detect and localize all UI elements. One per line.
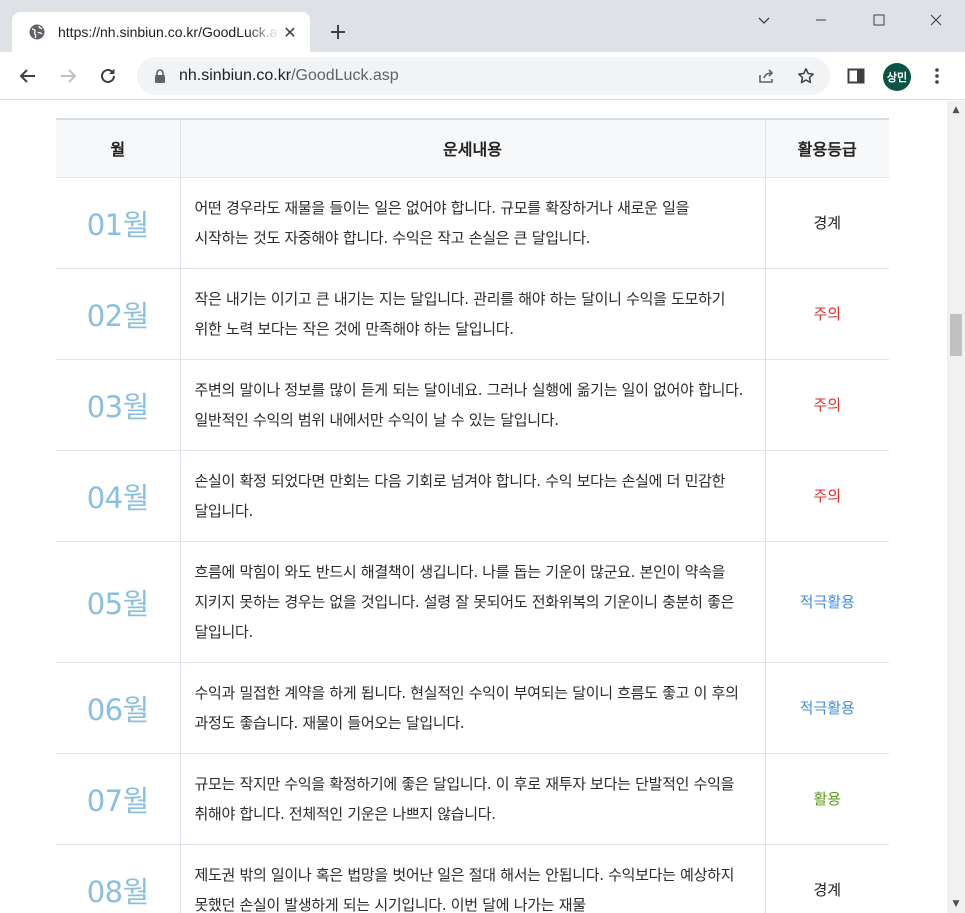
tab-strip: https://nh.sinbiun.co.kr/GoodLuck.asp ✕ <box>0 0 965 52</box>
grade-label: 적극활용 <box>799 699 855 717</box>
scrollbar-thumb[interactable] <box>950 314 962 356</box>
lock-icon[interactable] <box>153 68 167 84</box>
grade-cell: 주의 <box>764 359 889 451</box>
fortune-content: 어떤 경우라도 재물을 들이는 일은 없어야 합니다. 규모를 확장하거나 새로… <box>179 177 765 269</box>
grade-cell: 주의 <box>764 268 889 360</box>
month-label: 08월 <box>86 874 150 909</box>
grade-cell: 적극활용 <box>764 662 889 754</box>
grade-label: 주의 <box>813 305 842 323</box>
more-menu-icon[interactable] <box>921 60 953 92</box>
close-tab-icon[interactable]: ✕ <box>280 22 300 42</box>
month-label: 01월 <box>86 207 150 242</box>
month-cell: 07월 <box>56 753 180 845</box>
month-cell: 05월 <box>56 541 180 663</box>
vertical-scrollbar[interactable]: ▲ ▼ <box>947 101 965 913</box>
month-label: 04월 <box>86 480 150 515</box>
grade-label: 활용 <box>813 790 842 808</box>
browser-tab[interactable]: https://nh.sinbiun.co.kr/GoodLuck.asp ✕ <box>12 12 310 52</box>
url-text: nh.sinbiun.co.kr/GoodLuck.asp <box>179 67 399 85</box>
grade-cell: 활용 <box>764 753 889 845</box>
url-path: /GoodLuck.asp <box>291 67 399 84</box>
month-label: 05월 <box>86 586 150 621</box>
month-label: 07월 <box>86 783 150 818</box>
grade-cell: 적극활용 <box>764 541 889 663</box>
reload-icon[interactable] <box>92 60 124 92</box>
fortune-content: 수익과 밀접한 계약을 하게 됩니다. 현실적인 수익이 부여되는 달이니 흐름… <box>179 662 765 754</box>
grade-label: 적극활용 <box>799 593 855 611</box>
month-label: 06월 <box>86 692 150 727</box>
month-cell: 04월 <box>56 450 180 542</box>
table-row: 05월 흐름에 막힘이 와도 반드시 해결책이 생깁니다. 나를 돕는 기운이 많… <box>56 541 889 663</box>
grade-label: 주의 <box>813 487 842 505</box>
table-row: 03월 주변의 말이나 정보를 많이 듣게 되는 달이네요. 그러나 실행에 옮기… <box>56 359 889 451</box>
tab-title: https://nh.sinbiun.co.kr/GoodLuck.asp <box>58 24 280 40</box>
tab-search-chevron-icon[interactable] <box>735 0 793 40</box>
grade-cell: 경계 <box>764 844 889 913</box>
browser-toolbar: nh.sinbiun.co.kr/GoodLuck.asp 상민 <box>0 52 965 100</box>
scroll-up-arrow-icon[interactable]: ▲ <box>947 101 965 119</box>
table-row: 01월 어떤 경우라도 재물을 들이는 일은 없어야 합니다. 규모를 확장하거나… <box>56 177 889 269</box>
table-row: 04월 손실이 확정 되었다면 만회는 다음 기회로 넘겨야 합니다. 수익 보다… <box>56 450 889 542</box>
fortune-content: 손실이 확정 되었다면 만회는 다음 기회로 넘겨야 합니다. 수익 보다는 손… <box>179 450 765 542</box>
month-label: 02월 <box>86 298 150 333</box>
month-cell: 06월 <box>56 662 180 754</box>
table-header-row: 월 운세내용 활용등급 <box>56 118 889 178</box>
profile-avatar[interactable]: 상민 <box>883 63 911 91</box>
page-viewport: 월 운세내용 활용등급 01월 어떤 경우라도 재물을 들이는 일은 없어야 합니… <box>0 101 947 913</box>
globe-icon <box>28 23 46 41</box>
table-row: 02월 작은 내기는 이기고 큰 내기는 지는 달입니다. 관리를 해야 하는 달… <box>56 268 889 360</box>
fortune-content: 제도권 밖의 일이나 혹은 법망을 벗어난 일은 절대 해서는 안됩니다. 수익… <box>179 844 765 913</box>
header-month: 월 <box>56 118 180 178</box>
header-content: 운세내용 <box>179 118 765 178</box>
forward-arrow-icon[interactable] <box>52 60 84 92</box>
month-cell: 03월 <box>56 359 180 451</box>
table-row: 08월 제도권 밖의 일이나 혹은 법망을 벗어난 일은 절대 해서는 안됩니다.… <box>56 844 889 913</box>
grade-cell: 주의 <box>764 450 889 542</box>
new-tab-button[interactable] <box>324 18 352 46</box>
monthly-fortune-table: 월 운세내용 활용등급 01월 어떤 경우라도 재물을 들이는 일은 없어야 합니… <box>56 118 889 913</box>
side-panel-icon[interactable] <box>840 60 872 92</box>
address-bar[interactable]: nh.sinbiun.co.kr/GoodLuck.asp <box>137 57 830 95</box>
fortune-content: 규모는 작지만 수익을 확정하기에 좋은 달입니다. 이 후로 재투자 보다는 … <box>179 753 765 845</box>
month-cell: 02월 <box>56 268 180 360</box>
minimize-icon[interactable] <box>792 0 850 40</box>
table-row: 06월 수익과 밀접한 계약을 하게 됩니다. 현실적인 수익이 부여되는 달이니… <box>56 662 889 754</box>
grade-cell: 경계 <box>764 177 889 269</box>
back-arrow-icon[interactable] <box>12 60 44 92</box>
table-row: 07월 규모는 작지만 수익을 확정하기에 좋은 달입니다. 이 후로 재투자 보… <box>56 753 889 845</box>
fortune-content: 작은 내기는 이기고 큰 내기는 지는 달입니다. 관리를 해야 하는 달이니 … <box>179 268 765 360</box>
grade-label: 경계 <box>813 881 842 899</box>
grade-label: 주의 <box>813 396 842 414</box>
month-label: 03월 <box>86 389 150 424</box>
bookmark-star-icon[interactable] <box>790 60 822 92</box>
window-close-icon[interactable] <box>907 0 965 40</box>
scroll-down-arrow-icon[interactable]: ▼ <box>947 895 965 913</box>
share-icon[interactable] <box>751 60 783 92</box>
fortune-content: 주변의 말이나 정보를 많이 듣게 되는 달이네요. 그러나 실행에 옮기는 일… <box>179 359 765 451</box>
grade-label: 경계 <box>813 214 842 232</box>
fortune-content: 흐름에 막힘이 와도 반드시 해결책이 생깁니다. 나를 돕는 기운이 많군요.… <box>179 541 765 663</box>
month-cell: 08월 <box>56 844 180 913</box>
month-cell: 01월 <box>56 177 180 269</box>
header-grade: 활용등급 <box>764 118 889 178</box>
url-domain: nh.sinbiun.co.kr <box>179 67 292 84</box>
maximize-icon[interactable] <box>850 0 908 40</box>
